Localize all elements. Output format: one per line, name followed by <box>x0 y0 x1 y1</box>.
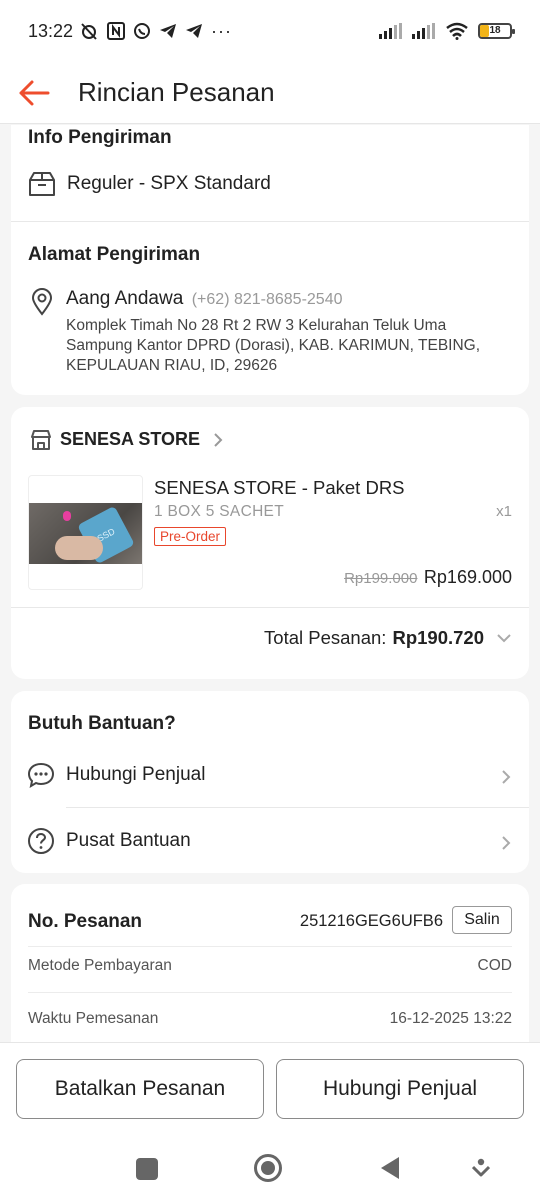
address-title: Alamat Pengiriman <box>28 244 201 265</box>
order-total-row[interactable]: Total Pesanan: Rp190.720 <box>264 627 512 649</box>
address-line: Komplek Timah No 28 Rt 2 RW 3 Kelurahan … <box>66 317 447 334</box>
order-number-value: 251216GEG6UFB6 <box>299 912 443 930</box>
signal-icon <box>379 23 402 39</box>
app-bar: Rincian Pesanan <box>0 62 540 124</box>
nfc-icon <box>107 22 126 40</box>
address-text: Komplek Timah No 28 Rt 2 RW 3 Kelurahan … <box>66 316 480 376</box>
system-nav-bar <box>0 1138 540 1200</box>
chevron-down-icon <box>497 634 511 643</box>
back-nav-button[interactable] <box>379 1156 401 1180</box>
chevron-right-icon <box>502 836 511 850</box>
original-price: Rp199.000 <box>344 570 418 587</box>
order-time-label: Waktu Pemesanan <box>28 1010 159 1027</box>
order-info-card: No. Pesanan 251216GEG6UFB6 Salin Metode … <box>11 884 529 1042</box>
bottom-action-bar: Batalkan Pesanan Hubungi Penjual <box>0 1042 540 1138</box>
alarm-off-icon <box>81 23 97 40</box>
chat-icon <box>27 762 55 788</box>
contact-seller-button[interactable]: Hubungi Penjual <box>276 1059 524 1119</box>
address-line: KEPULAUAN RIAU, ID, 29626 <box>66 357 278 374</box>
contact-seller-row[interactable]: Hubungi Penjual <box>11 749 529 805</box>
chevron-right-icon <box>502 770 511 784</box>
telegram-icon <box>186 24 203 38</box>
help-center-label: Pusat Bantuan <box>66 830 191 851</box>
product-quantity: x1 <box>496 503 512 520</box>
shipping-method: Reguler - SPX Standard <box>67 173 271 194</box>
product-name: SENESA STORE - Paket DRS <box>154 477 405 498</box>
store-card: SENESA STORE SSD SENESA STORE - Paket DR… <box>11 407 529 679</box>
payment-method-value: COD <box>477 957 512 974</box>
shipping-method-row: Reguler - SPX Standard <box>28 171 271 197</box>
home-button[interactable] <box>253 1153 283 1183</box>
help-center-row[interactable]: Pusat Bantuan <box>11 813 529 869</box>
product-row[interactable]: SSD SENESA STORE - Paket DRS 1 BOX 5 SAC… <box>11 475 529 593</box>
recent-apps-button[interactable] <box>136 1158 158 1180</box>
recipient-name: Aang Andawa <box>66 288 184 309</box>
question-circle-icon <box>28 828 54 854</box>
shipping-info-title: Info Pengiriman <box>28 127 172 148</box>
contact-seller-label: Hubungi Penjual <box>66 764 206 785</box>
divider <box>11 607 529 608</box>
assistant-down-icon[interactable] <box>472 1158 490 1178</box>
help-card: Butuh Bantuan? Hubungi Penjual Pusat Ban… <box>11 691 529 873</box>
copy-button[interactable]: Salin <box>452 906 512 934</box>
discounted-price: Rp169.000 <box>423 567 512 587</box>
status-time: 13:22 <box>28 20 74 41</box>
wifi-icon <box>446 22 468 40</box>
order-total-label: Total Pesanan: <box>264 627 387 648</box>
more-notifications-icon: ··· <box>211 20 233 41</box>
order-time-value: 16-12-2025 13:22 <box>389 1010 512 1027</box>
help-title: Butuh Bantuan? <box>28 713 176 734</box>
hand-image <box>55 536 103 560</box>
price-row: Rp199.000 Rp169.000 <box>344 567 512 588</box>
store-name: SENESA STORE <box>60 429 201 449</box>
product-variant: 1 BOX 5 SACHET <box>154 503 284 520</box>
order-detail-content[interactable]: Info Pengiriman Reguler - SPX Standard A… <box>0 125 540 1042</box>
product-thumbnail: SSD <box>28 475 143 590</box>
recipient-phone: (+62) 821-8685-2540 <box>191 291 343 308</box>
whatsapp-icon <box>134 23 151 39</box>
battery-icon: 18 <box>478 23 515 39</box>
page-title: Rincian Pesanan <box>78 77 275 107</box>
preorder-badge: Pre-Order <box>154 527 227 546</box>
notification-icons: ··· <box>79 21 232 42</box>
order-number-label: No. Pesanan <box>28 911 143 932</box>
product-image: SSD <box>29 503 142 565</box>
chevron-right-icon <box>214 432 223 447</box>
telegram-icon <box>160 24 177 38</box>
divider <box>28 992 512 993</box>
payment-method-label: Metode Pembayaran <box>28 957 172 974</box>
store-header[interactable]: SENESA STORE <box>30 429 224 450</box>
shipping-card: Info Pengiriman Reguler - SPX Standard A… <box>11 125 529 395</box>
package-icon <box>29 172 55 196</box>
location-pin-icon <box>31 288 53 316</box>
nail-image <box>63 511 71 521</box>
signal-icon <box>412 23 435 39</box>
divider <box>66 807 529 808</box>
status-bar: 13:22 ··· 18 <box>0 0 540 62</box>
arrow-left-icon <box>19 80 50 105</box>
cancel-order-button[interactable]: Batalkan Pesanan <box>16 1059 264 1119</box>
address-line: Sampung Kantor DPRD (Dorasi), KAB. KARIM… <box>66 337 481 354</box>
divider <box>28 946 512 947</box>
back-button[interactable] <box>0 62 78 124</box>
divider <box>11 221 529 222</box>
store-icon <box>31 429 51 450</box>
order-total-value: Rp190.720 <box>392 627 484 648</box>
recipient-row: Aang Andawa (+62) 821-8685-2540 <box>66 288 343 310</box>
